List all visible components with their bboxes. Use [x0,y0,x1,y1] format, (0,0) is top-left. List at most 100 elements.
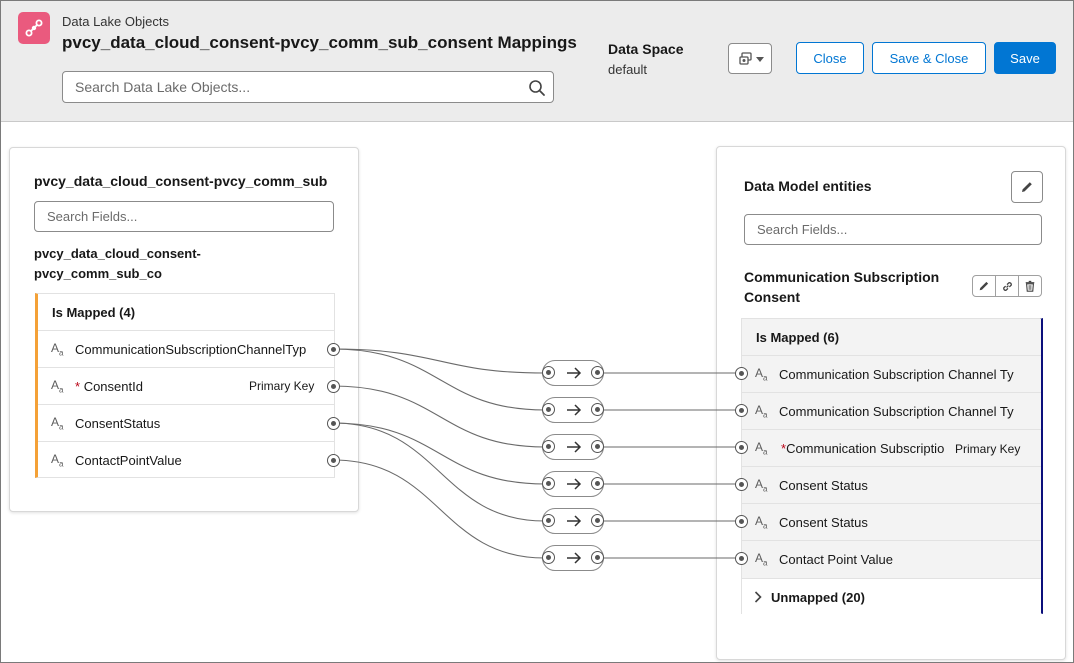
source-mapped-group: Is Mapped (4) Aa CommunicationSubscripti… [35,293,335,478]
arrow-right-icon [567,478,582,490]
target-field-row[interactable]: Aa Consent Status [742,503,1041,540]
target-connector-dot[interactable] [735,441,748,454]
target-field-name-wrap: *Communication Subscriptio [781,441,955,456]
source-connector-dot[interactable] [327,417,340,430]
target-field-row[interactable]: Aa Consent Status [742,466,1041,503]
source-object-name-line1: pvcy_data_cloud_consent- [34,246,201,261]
target-field-row[interactable]: Aa Contact Point Value [742,540,1041,577]
text-type-icon: Aa [51,452,64,469]
edit-entities-button[interactable] [1011,171,1043,203]
delete-entity-button[interactable] [1018,275,1042,297]
source-field-row[interactable]: Aa ContactPointValue [38,441,335,478]
transform-input-dot[interactable] [542,551,555,564]
chevron-right-icon [754,591,762,603]
transform-node[interactable] [542,545,604,571]
source-field-name: ConsentId [83,379,143,394]
source-connector-dot[interactable] [327,343,340,356]
data-space-label: Data Space [608,41,684,57]
target-field-search[interactable] [744,214,1042,245]
source-field-row[interactable]: Aa ConsentStatus [38,404,335,441]
unmapped-label: Unmapped (20) [771,590,865,605]
transform-icon [739,52,752,65]
primary-key-label: Primary Key [249,379,315,393]
transform-node[interactable] [542,471,604,497]
target-connector-dot[interactable] [735,552,748,565]
arrow-right-icon [567,515,582,527]
search-input[interactable] [63,72,553,102]
search-icon [529,80,545,96]
arrow-right-icon [567,404,582,416]
connector-line [332,422,546,485]
text-type-icon: Aa [755,440,768,457]
transform-input-dot[interactable] [542,477,555,490]
connector-line [332,348,546,411]
chevron-down-icon [756,57,764,62]
text-type-icon: Aa [755,514,768,531]
source-field-row[interactable]: Aa CommunicationSubscriptionChannelTyp [38,330,335,367]
header-eyebrow: Data Lake Objects [62,14,169,29]
target-field-row[interactable]: Aa Communication Subscription Channel Ty [742,355,1041,392]
source-field-search[interactable] [34,201,334,232]
target-field-row[interactable]: Aa Communication Subscription Channel Ty [742,392,1041,429]
pencil-icon [979,281,989,291]
source-connector-dot[interactable] [327,454,340,467]
save-button[interactable]: Save [994,42,1056,74]
transform-menu-button[interactable] [728,43,772,74]
transform-input-dot[interactable] [542,403,555,416]
text-type-icon: Aa [51,378,64,395]
target-search-input[interactable] [745,215,1041,244]
source-panel-title: pvcy_data_cloud_consent-pvcy_comm_sub [34,173,328,189]
target-connector-dot[interactable] [735,367,748,380]
transform-output-dot[interactable] [591,477,604,490]
unmapped-group-toggle[interactable]: Unmapped (20) [742,578,1041,615]
transform-output-dot[interactable] [591,403,604,416]
transform-node[interactable] [542,360,604,386]
data-lake-object-icon [18,12,50,44]
page-header: Data Lake Objects pvcy_data_cloud_consen… [0,0,1074,122]
search-data-lake-objects[interactable] [62,71,554,103]
save-and-close-button[interactable]: Save & Close [872,42,986,74]
source-connector-dot[interactable] [327,380,340,393]
source-field-row[interactable]: Aa * ConsentId Primary Key [38,367,335,404]
arrow-right-icon [567,367,582,379]
source-object-panel: pvcy_data_cloud_consent-pvcy_comm_sub pv… [9,147,359,512]
data-space-value: default [608,62,648,77]
target-connector-dot[interactable] [735,478,748,491]
transform-node[interactable] [542,397,604,423]
arrow-right-icon [567,552,582,564]
transform-input-dot[interactable] [542,366,555,379]
edit-entity-button[interactable] [972,275,996,297]
source-search-input[interactable] [35,202,333,231]
primary-key-label: Primary Key [955,442,1021,456]
target-connector-dot[interactable] [735,515,748,528]
target-field-name: Communication Subscriptio [786,441,945,456]
text-type-icon: Aa [755,403,768,420]
connector-line [332,348,546,374]
source-field-name: ContactPointValue [75,453,182,468]
transform-output-dot[interactable] [591,366,604,379]
target-field-name: Contact Point Value [779,552,893,567]
transform-node[interactable] [542,508,604,534]
target-mapped-group: Is Mapped (6) Aa Communication Subscript… [741,318,1043,615]
target-field-name: Communication Subscription Channel Ty [779,367,1014,382]
target-field-name: Consent Status [779,478,868,493]
connector-line [332,422,546,522]
target-connector-dot[interactable] [735,404,748,417]
transform-node[interactable] [542,434,604,460]
text-type-icon: Aa [755,477,768,494]
transform-output-dot[interactable] [591,514,604,527]
close-button[interactable]: Close [796,42,864,74]
source-field-name: ConsentStatus [75,416,161,431]
link-entity-button[interactable] [995,275,1019,297]
target-field-row[interactable]: Aa *Communication Subscriptio Primary Ke… [742,429,1041,466]
link-icon [1002,281,1012,291]
transform-input-dot[interactable] [542,514,555,527]
transform-input-dot[interactable] [542,440,555,453]
transform-output-dot[interactable] [591,440,604,453]
target-panel-title: Data Model entities [744,178,872,194]
text-type-icon: Aa [755,551,768,568]
trash-icon [1025,280,1035,292]
transform-output-dot[interactable] [591,551,604,564]
data-model-panel: Data Model entities Communication Subscr… [716,146,1066,660]
target-field-name: Communication Subscription Channel Ty [779,404,1014,419]
